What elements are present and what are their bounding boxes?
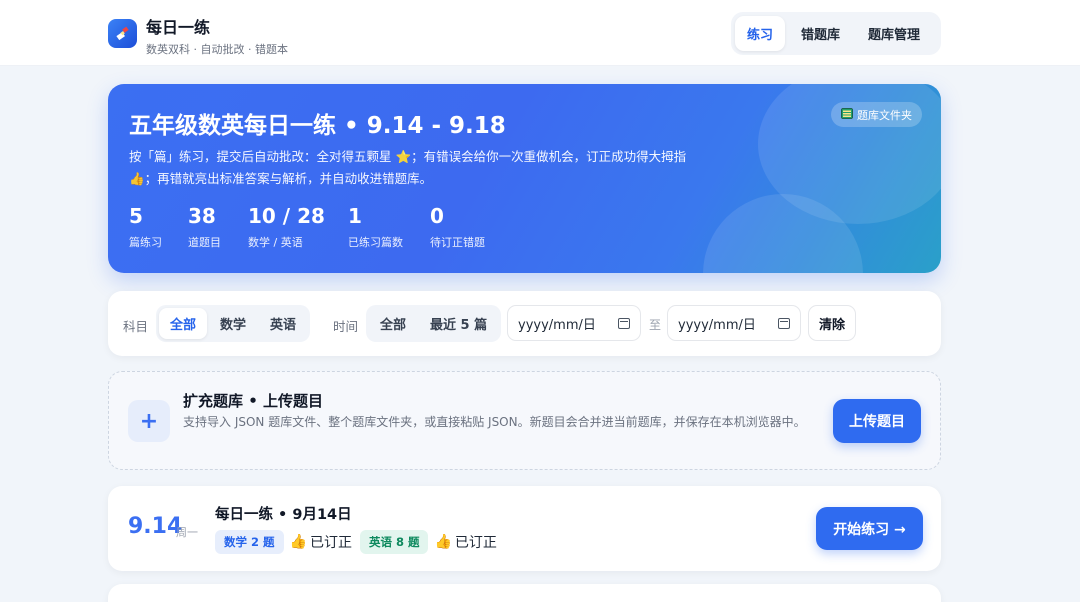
stat-practices: 5 篇练习 xyxy=(129,204,162,250)
practice-date: 9.14 xyxy=(128,514,183,539)
upload-description: 支持导入 JSON 题库文件、整个题库文件夹，或直接粘贴 JSON。新题目会合并… xyxy=(183,415,806,429)
top-bar: 每日一练 数英双科 · 自动批改 · 错题本 练习 错题库 题库管理 xyxy=(0,0,1080,66)
stat-label: 数学 / 英语 xyxy=(248,236,303,249)
practice-title: 每日一练 • 9月14日 xyxy=(215,507,352,523)
upload-card: + 扩充题库 • 上传题目 支持导入 JSON 题库文件、整个题库文件夹，或直接… xyxy=(108,371,941,470)
start-practice-button[interactable]: 开始练习 → xyxy=(816,507,923,550)
calendar-icon[interactable] xyxy=(618,317,630,329)
stat-value: 10 / 28 xyxy=(248,204,325,228)
math-tag: 数学 2 题 xyxy=(215,530,284,554)
time-filter-label: 时间 xyxy=(333,319,359,334)
app-title: 每日一练 xyxy=(146,18,211,37)
thumbs-up-icon: 👍 xyxy=(289,534,307,550)
stat-subject-split: 10 / 28 数学 / 英语 xyxy=(248,204,325,250)
nav-tab-bank-manage[interactable]: 题库管理 xyxy=(856,16,932,51)
practice-card: 9.14 周一 每日一练 • 9月14日 数学 2 题 👍 已订正 英语 8 题… xyxy=(108,486,941,571)
time-filter: 全部 最近 5 篇 xyxy=(366,305,502,342)
stat-questions: 38 道题目 xyxy=(188,204,221,250)
stat-label: 已练习篇数 xyxy=(348,236,403,249)
hero-desc-text: ；再错就亮出标准答案与解析，并自动收进错题库。 xyxy=(144,171,433,186)
folder-label: 题库文件夹 xyxy=(857,108,912,122)
date-to-input[interactable]: yyyy/mm/日 xyxy=(667,305,801,341)
stat-value: 5 xyxy=(129,204,143,228)
english-status: 👍 已订正 xyxy=(434,532,496,552)
upload-title: 扩充题库 • 上传题目 xyxy=(183,392,324,410)
app-logo-icon xyxy=(108,19,137,48)
math-status: 👍 已订正 xyxy=(290,532,352,552)
stat-value: 1 xyxy=(348,204,362,228)
stat-value: 38 xyxy=(188,204,216,228)
time-option-all[interactable]: 全部 xyxy=(369,308,417,339)
practice-card xyxy=(108,584,941,602)
practice-tags: 数学 2 题 👍 已订正 英语 8 题 👍 已订正 xyxy=(215,530,499,554)
stat-pending-mistakes: 0 待订正错题 xyxy=(430,204,485,250)
hero-banner: 五年级数英每日一练 • 9.14 - 9.18 按「篇」练习，提交后自动批改：全… xyxy=(108,84,941,273)
star-icon: ⭐ xyxy=(395,149,412,164)
subject-filter-label: 科目 xyxy=(123,319,149,334)
stat-completed: 1 已练习篇数 xyxy=(348,204,403,250)
stat-label: 篇练习 xyxy=(129,236,162,249)
subject-filter: 全部 数学 英语 xyxy=(156,305,311,342)
upload-questions-button[interactable]: 上传题目 xyxy=(833,399,921,443)
stat-label: 道题目 xyxy=(188,236,221,249)
thumbs-up-icon: 👍 xyxy=(434,534,452,550)
time-option-recent-5[interactable]: 最近 5 篇 xyxy=(419,308,498,339)
hero-desc-text: ；有错误会给你一次重做机会，订正成功得大拇指 xyxy=(411,149,687,164)
nav-tab-practice[interactable]: 练习 xyxy=(735,16,786,51)
stat-value: 0 xyxy=(430,204,444,228)
main-nav: 练习 错题库 题库管理 xyxy=(731,12,941,55)
subject-option-english[interactable]: 英语 xyxy=(259,308,307,339)
date-from-input[interactable]: yyyy/mm/日 xyxy=(507,305,641,341)
practice-weekday: 周一 xyxy=(176,526,198,539)
app-subtitle: 数英双科 · 自动批改 · 错题本 xyxy=(146,43,288,56)
subject-option-all[interactable]: 全部 xyxy=(159,308,208,339)
date-from-placeholder: yyyy/mm/日 xyxy=(518,317,596,333)
english-status-text: 已订正 xyxy=(454,535,497,551)
english-tag: 英语 8 题 xyxy=(359,530,429,554)
math-status-text: 已订正 xyxy=(309,535,352,551)
hero-title: 五年级数英每日一练 • 9.14 - 9.18 xyxy=(129,113,506,139)
date-to-placeholder: yyyy/mm/日 xyxy=(678,317,756,333)
date-range-separator: 至 xyxy=(649,318,662,332)
thumbs-up-icon: 👍 xyxy=(129,171,145,186)
filter-bar: 科目 全部 数学 英语 时间 全部 最近 5 篇 yyyy/mm/日 至 yyy… xyxy=(108,291,941,356)
calendar-icon[interactable] xyxy=(778,317,790,329)
clear-filter-button[interactable]: 清除 xyxy=(808,305,856,341)
stat-label: 待订正错题 xyxy=(430,236,485,249)
nav-tab-mistakes[interactable]: 错题库 xyxy=(789,16,852,51)
subject-option-math[interactable]: 数学 xyxy=(209,308,257,339)
question-folder-button[interactable]: 题库文件夹 xyxy=(831,102,922,127)
hero-desc-text: 按「篇」练习，提交后自动批改：全对得五颗星 xyxy=(129,149,396,164)
hero-description: 按「篇」练习，提交后自动批改：全对得五颗星 ⭐；有错误会给你一次重做机会，订正成… xyxy=(129,146,709,190)
folder-icon xyxy=(841,107,853,122)
plus-icon[interactable]: + xyxy=(128,400,170,442)
